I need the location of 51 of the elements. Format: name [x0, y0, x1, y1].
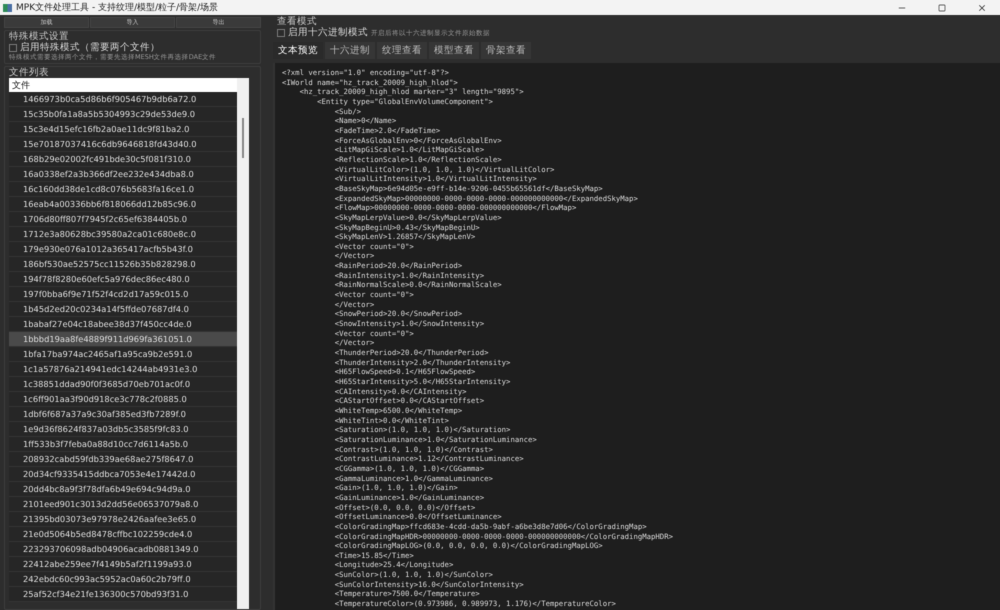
checkbox-label: 启用特殊模式（需要两个文件） [20, 42, 160, 53]
file-row[interactable]: 1c6ff901aa3f90d918ce3c778c2f0885.0 [9, 392, 237, 407]
file-row[interactable]: 1b45d2ed20c0234a14f5ffde07687df4.0 [9, 302, 237, 317]
file-row[interactable]: 168b29e02002fc491bde30c5f081f310.0 [9, 152, 237, 167]
file-row[interactable]: 1babaf27e04c18abee38d37f450cc4de.0 [9, 317, 237, 332]
file-row[interactable]: 179e930e076a1012a365417acfb5b43f.0 [9, 242, 237, 257]
file-row[interactable]: 1c1a57876a214941edc14244ab4931e3.0 [9, 362, 237, 377]
app-icon [3, 4, 12, 12]
column-header: 文件 [9, 78, 237, 92]
file-row[interactable]: 25af52cf34e21fe136300c570bd93f31.0 [9, 587, 237, 602]
tab[interactable]: 骨架查看 [481, 42, 531, 59]
file-row[interactable]: 242ebdc60c993ac5952ac0a60c2b79ff.0 [9, 572, 237, 587]
checkbox-label: 启用十六进制模式 [288, 27, 368, 38]
file-row[interactable]: 197f0bba6f9e71f52f4cd2d17a59c015.0 [9, 287, 237, 302]
file-row[interactable]: 1e9d36f8624f837a03db5c3585f9fc83.0 [9, 422, 237, 437]
file-row[interactable]: 1466973b0ca5d86b6f905467b9db6a72.0 [9, 92, 237, 107]
file-row[interactable]: 15e70187037416c6db9646818fd43d40.0 [9, 137, 237, 152]
file-row[interactable]: 223293706098adb04906acadb0881349.0 [9, 542, 237, 557]
file-row[interactable]: 16c160dd38de1cd8c076b5683fa16ce1.0 [9, 182, 237, 197]
file-row[interactable]: 16eab4a00336bb6f818066dd12b85c96.0 [9, 197, 237, 212]
tab[interactable]: 十六进制 [325, 42, 375, 59]
file-row[interactable]: 1bbbd19aa8fe4889f911d969fa361051.0 [9, 332, 237, 347]
group-title: 特殊模式设置 [9, 32, 70, 42]
window-title: MPK文件处理工具 - 支持纹理/模型/粒子/骨架/场景 [16, 2, 220, 14]
file-row[interactable]: 15c3e4d15efc16fb2a0ae11dc9f81ba2.0 [9, 122, 237, 137]
file-row[interactable]: 194f78f8280e60efc5a976dec86ec480.0 [9, 272, 237, 287]
file-row[interactable]: 2101eed901c3013d2dd56e06537079a8.0 [9, 497, 237, 512]
close-icon[interactable] [977, 2, 987, 12]
file-row[interactable]: 1c38851ddad90f0f3685d70eb701ac0f.0 [9, 377, 237, 392]
file-row[interactable]: 16a0338ef2a3b366df2ee232e434dba8.0 [9, 167, 237, 182]
checkbox[interactable] [9, 44, 17, 52]
file-row[interactable]: 21e0d5064b5ed8478cffbc102259cde4.0 [9, 527, 237, 542]
tab[interactable]: 纹理查看 [377, 42, 427, 59]
group-title: 文件列表 [9, 68, 50, 78]
file-row[interactable]: 20d34cf9335415ddbca7053e4e17442d.0 [9, 467, 237, 482]
file-row[interactable]: 1ff533b3f7feba0a88d10cc7d6114a5b.0 [9, 437, 237, 452]
file-row[interactable]: 1dbf6f687a37a9c30af385ed3fb7289f.0 [9, 407, 237, 422]
file-row[interactable]: 186bf530ae52575cc11526b35b828298.0 [9, 257, 237, 272]
file-row[interactable]: 20dd4bc8a9f3f78dfa6b49e694c94d9a.0 [9, 482, 237, 497]
group-title: 查看模式 [277, 17, 318, 27]
file-row[interactable]: 1bfa17ba974ac2465af1a95ca9b2e591.0 [9, 347, 237, 362]
checkbox[interactable] [277, 28, 285, 36]
file-row[interactable]: 22412abe259ee7f4149b5af2f1199a93.0 [9, 557, 237, 572]
file-row[interactable]: 15c35b0fa1a8a5b5304993c29de53de9.0 [9, 107, 237, 122]
scrollbar[interactable] [237, 78, 249, 609]
file-row[interactable]: 1706d80ff807f7945f2c65ef6384405b.0 [9, 212, 237, 227]
file-row[interactable]: 21395bd03073e97978e2426aafee3e65.0 [9, 512, 237, 527]
file-row[interactable]: 1712e3a80628bc39580a2ca01c680e8c.0 [9, 227, 237, 242]
tab[interactable]: 模型查看 [429, 42, 479, 59]
maximize-icon[interactable] [938, 4, 946, 12]
file-row[interactable]: 208932cabd59fdb339ae68ae275f8647.0 [9, 452, 237, 467]
